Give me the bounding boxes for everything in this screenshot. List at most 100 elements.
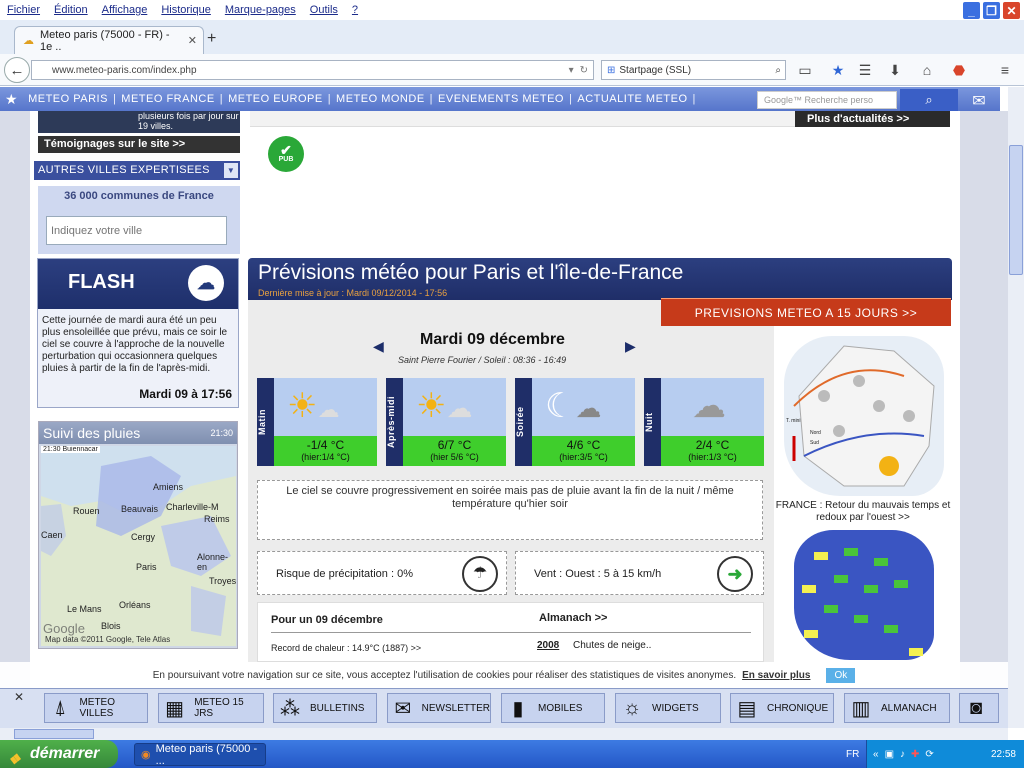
more-news-link[interactable]: Plus d'actualités >> bbox=[795, 111, 950, 127]
search-icon[interactable]: ⌕ bbox=[775, 65, 785, 76]
bottom-item-camera[interactable]: ◙ bbox=[959, 693, 999, 723]
bottom-label: CHRONIQUE bbox=[767, 702, 829, 714]
horizontal-scroll-thumb[interactable] bbox=[14, 729, 94, 739]
news-teaser[interactable]: plusieurs fois par jour sur 19 villes. bbox=[38, 111, 240, 133]
saint-sun-info: Saint Pierre Fourier / Soleil : 08:36 - … bbox=[398, 355, 567, 365]
map-label: Amiens bbox=[153, 482, 184, 492]
reload-icon[interactable]: ↻ bbox=[580, 65, 588, 76]
menu-help[interactable]: ? bbox=[345, 4, 365, 16]
menu-outils[interactable]: Outils bbox=[303, 4, 345, 16]
temperature: 6/7 °C (hier 5/6 °C) bbox=[403, 436, 506, 466]
cookie-banner: En poursuivant votre navigation sur ce s… bbox=[0, 662, 1008, 688]
search-bar[interactable]: ⊞ Startpage (SSL) ⌕ bbox=[601, 60, 786, 80]
heat-record-link[interactable]: Record de chaleur : 14.9°C (1887) >> bbox=[271, 643, 421, 653]
close-tab-icon[interactable]: ✕ bbox=[188, 34, 197, 47]
period-label: Nuit bbox=[644, 378, 661, 466]
menu-marque-pages[interactable]: Marque-pages bbox=[218, 4, 303, 16]
update-icon[interactable]: ⟳ bbox=[925, 749, 933, 760]
menu-affichage[interactable]: Affichage bbox=[95, 4, 155, 16]
language-indicator[interactable]: FR bbox=[846, 749, 859, 760]
bottom-item-widgets[interactable]: ☼ WIDGETS bbox=[615, 693, 721, 723]
bottom-item-almanach[interactable]: ▥ ALMANACH bbox=[844, 693, 950, 723]
menu-fichier[interactable]: Fichier bbox=[0, 4, 47, 16]
autres-villes-select[interactable]: AUTRES VILLES EXPERTISEES ▼ bbox=[34, 161, 240, 180]
bottom-label: METEO 15 JRS bbox=[194, 697, 244, 719]
nav-meteo-france[interactable]: METEO FRANCE bbox=[116, 93, 219, 105]
temp-range: 6/7 °C bbox=[437, 438, 472, 452]
horizontal-scrollbar[interactable] bbox=[0, 728, 1008, 740]
temperature: 4/6 °C (hier:3/5 °C) bbox=[532, 436, 635, 466]
cookie-more-link[interactable]: En savoir plus bbox=[742, 670, 810, 681]
menu-historique[interactable]: Historique bbox=[154, 4, 218, 16]
new-tab-button[interactable]: + bbox=[207, 30, 216, 48]
tray-arrow-icon[interactable]: « bbox=[873, 749, 879, 760]
taskbar-firefox[interactable]: ◉ Meteo paris (75000 - ... bbox=[134, 743, 266, 767]
minimize-button[interactable]: _ bbox=[962, 1, 981, 20]
next-day-icon[interactable]: ▶ bbox=[625, 338, 636, 355]
bottom-item-chronique[interactable]: ▤ CHRONIQUE bbox=[730, 693, 834, 723]
bottom-item-mobiles[interactable]: ▮ MOBILES bbox=[501, 693, 605, 723]
map-label: Blois bbox=[101, 621, 121, 631]
download-icon[interactable]: ⬇ bbox=[886, 61, 904, 79]
home-icon[interactable]: ⌂ bbox=[918, 61, 936, 79]
dropdown-icon[interactable]: ▾ bbox=[569, 65, 574, 76]
nav-actualite[interactable]: ACTUALITE METEO bbox=[572, 93, 692, 105]
city-search-input[interactable] bbox=[46, 216, 227, 245]
map-label: Alonne-en bbox=[197, 552, 229, 572]
adblock-icon[interactable]: ⬣ bbox=[950, 61, 968, 79]
forecast-15-days-button[interactable]: PREVISIONS METEO A 15 JOURS >> bbox=[661, 298, 951, 326]
bottom-item-meteo-15[interactable]: ▦ METEO 15 JRS bbox=[158, 693, 264, 723]
home-star-icon[interactable]: ★ bbox=[0, 91, 23, 108]
nav-meteo-europe[interactable]: METEO EUROPE bbox=[223, 93, 328, 105]
precipitation-risk: Risque de précipitation : 0% ☂ bbox=[257, 551, 507, 595]
radar-map[interactable]: 21:30 Buiennacar Amiens Charleville-M Re… bbox=[41, 446, 236, 646]
temp-yesterday: (hier 5/6 °C) bbox=[430, 452, 479, 462]
back-button[interactable]: ← bbox=[4, 57, 30, 83]
france-weather-map[interactable]: T. mini Nord Sud bbox=[784, 336, 944, 496]
windows-logo-icon: ❖ bbox=[8, 751, 21, 767]
bottom-label: BULLETINS bbox=[310, 702, 365, 714]
nav-meteo-monde[interactable]: METEO MONDE bbox=[331, 93, 430, 105]
bookmark-star-icon[interactable]: ★ bbox=[829, 61, 847, 79]
rain-tracking-box[interactable]: Suivi des pluies 21:30 21:30 Buiennacar … bbox=[38, 421, 238, 649]
vertical-scroll-thumb[interactable] bbox=[1009, 145, 1023, 275]
start-button[interactable]: ❖ démarrer bbox=[0, 740, 118, 768]
bottom-item-bulletins[interactable]: ⁂ BULLETINS bbox=[273, 693, 377, 723]
nav-meteo-paris[interactable]: METEO PARIS bbox=[23, 93, 113, 105]
forecast-card-soiree: Soirée ☾☁ 4/6 °C (hier:3/5 °C) bbox=[515, 378, 635, 466]
bookmarks-list-icon[interactable]: ☰ bbox=[856, 61, 874, 79]
period-label: Matin bbox=[257, 378, 274, 466]
nav-evenements[interactable]: EVENEMENTS METEO bbox=[433, 93, 569, 105]
sun-cloud-icon: ☀☁ bbox=[416, 387, 473, 425]
france-temperature-map[interactable] bbox=[794, 530, 934, 660]
flash-text: Cette journée de mardi aura été un peu p… bbox=[42, 315, 228, 374]
france-map-caption[interactable]: FRANCE : Retour du mauvais temps et redo… bbox=[775, 500, 951, 524]
close-window-button[interactable]: ✕ bbox=[1002, 1, 1021, 20]
temperature: 2/4 °C (hier:1/3 °C) bbox=[661, 436, 764, 466]
restore-button[interactable]: ❐ bbox=[982, 1, 1001, 20]
chevron-down-icon[interactable]: ▼ bbox=[224, 163, 238, 178]
network-icon[interactable]: ▣ bbox=[885, 749, 894, 760]
almanach-event: Chutes de neige.. bbox=[573, 640, 652, 651]
previous-day-icon[interactable]: ◀ bbox=[373, 338, 384, 355]
temp-marker bbox=[802, 585, 816, 593]
bottom-item-newsletter[interactable]: ✉ NEWSLETTER bbox=[387, 693, 491, 723]
tab-meteo-paris[interactable]: ☁ Meteo paris (75000 - FR) - 1e .. ✕ bbox=[14, 26, 204, 54]
site-search-button[interactable]: ⌕ bbox=[900, 89, 958, 111]
almanach-link[interactable]: Almanach >> bbox=[539, 612, 607, 624]
mail-icon[interactable]: ✉ bbox=[967, 91, 991, 110]
menu-hamburger-icon[interactable]: ≡ bbox=[996, 61, 1014, 79]
security-icon[interactable]: ✚ bbox=[911, 749, 919, 760]
almanach-year[interactable]: 2008 bbox=[537, 640, 559, 651]
reading-view-icon[interactable]: ▭ bbox=[796, 61, 814, 79]
site-search-input[interactable]: Google™ Recherche perso bbox=[757, 91, 897, 109]
cookie-ok-button[interactable]: Ok bbox=[826, 667, 856, 683]
menu-edition[interactable]: Édition bbox=[47, 4, 95, 16]
google-logo: Google bbox=[43, 621, 85, 636]
url-bar[interactable]: www.meteo-paris.com/index.php ▾ ↻ bbox=[31, 60, 594, 80]
close-toolbar-icon[interactable]: ✕ bbox=[14, 690, 32, 704]
rain-tracking-title: Suivi des pluies bbox=[43, 425, 141, 441]
bottom-item-meteo-villes[interactable]: ⍋ METEO VILLES bbox=[44, 693, 148, 723]
testimonials-link[interactable]: Témoignages sur le site >> bbox=[38, 136, 240, 153]
volume-icon[interactable]: ♪ bbox=[900, 749, 905, 760]
